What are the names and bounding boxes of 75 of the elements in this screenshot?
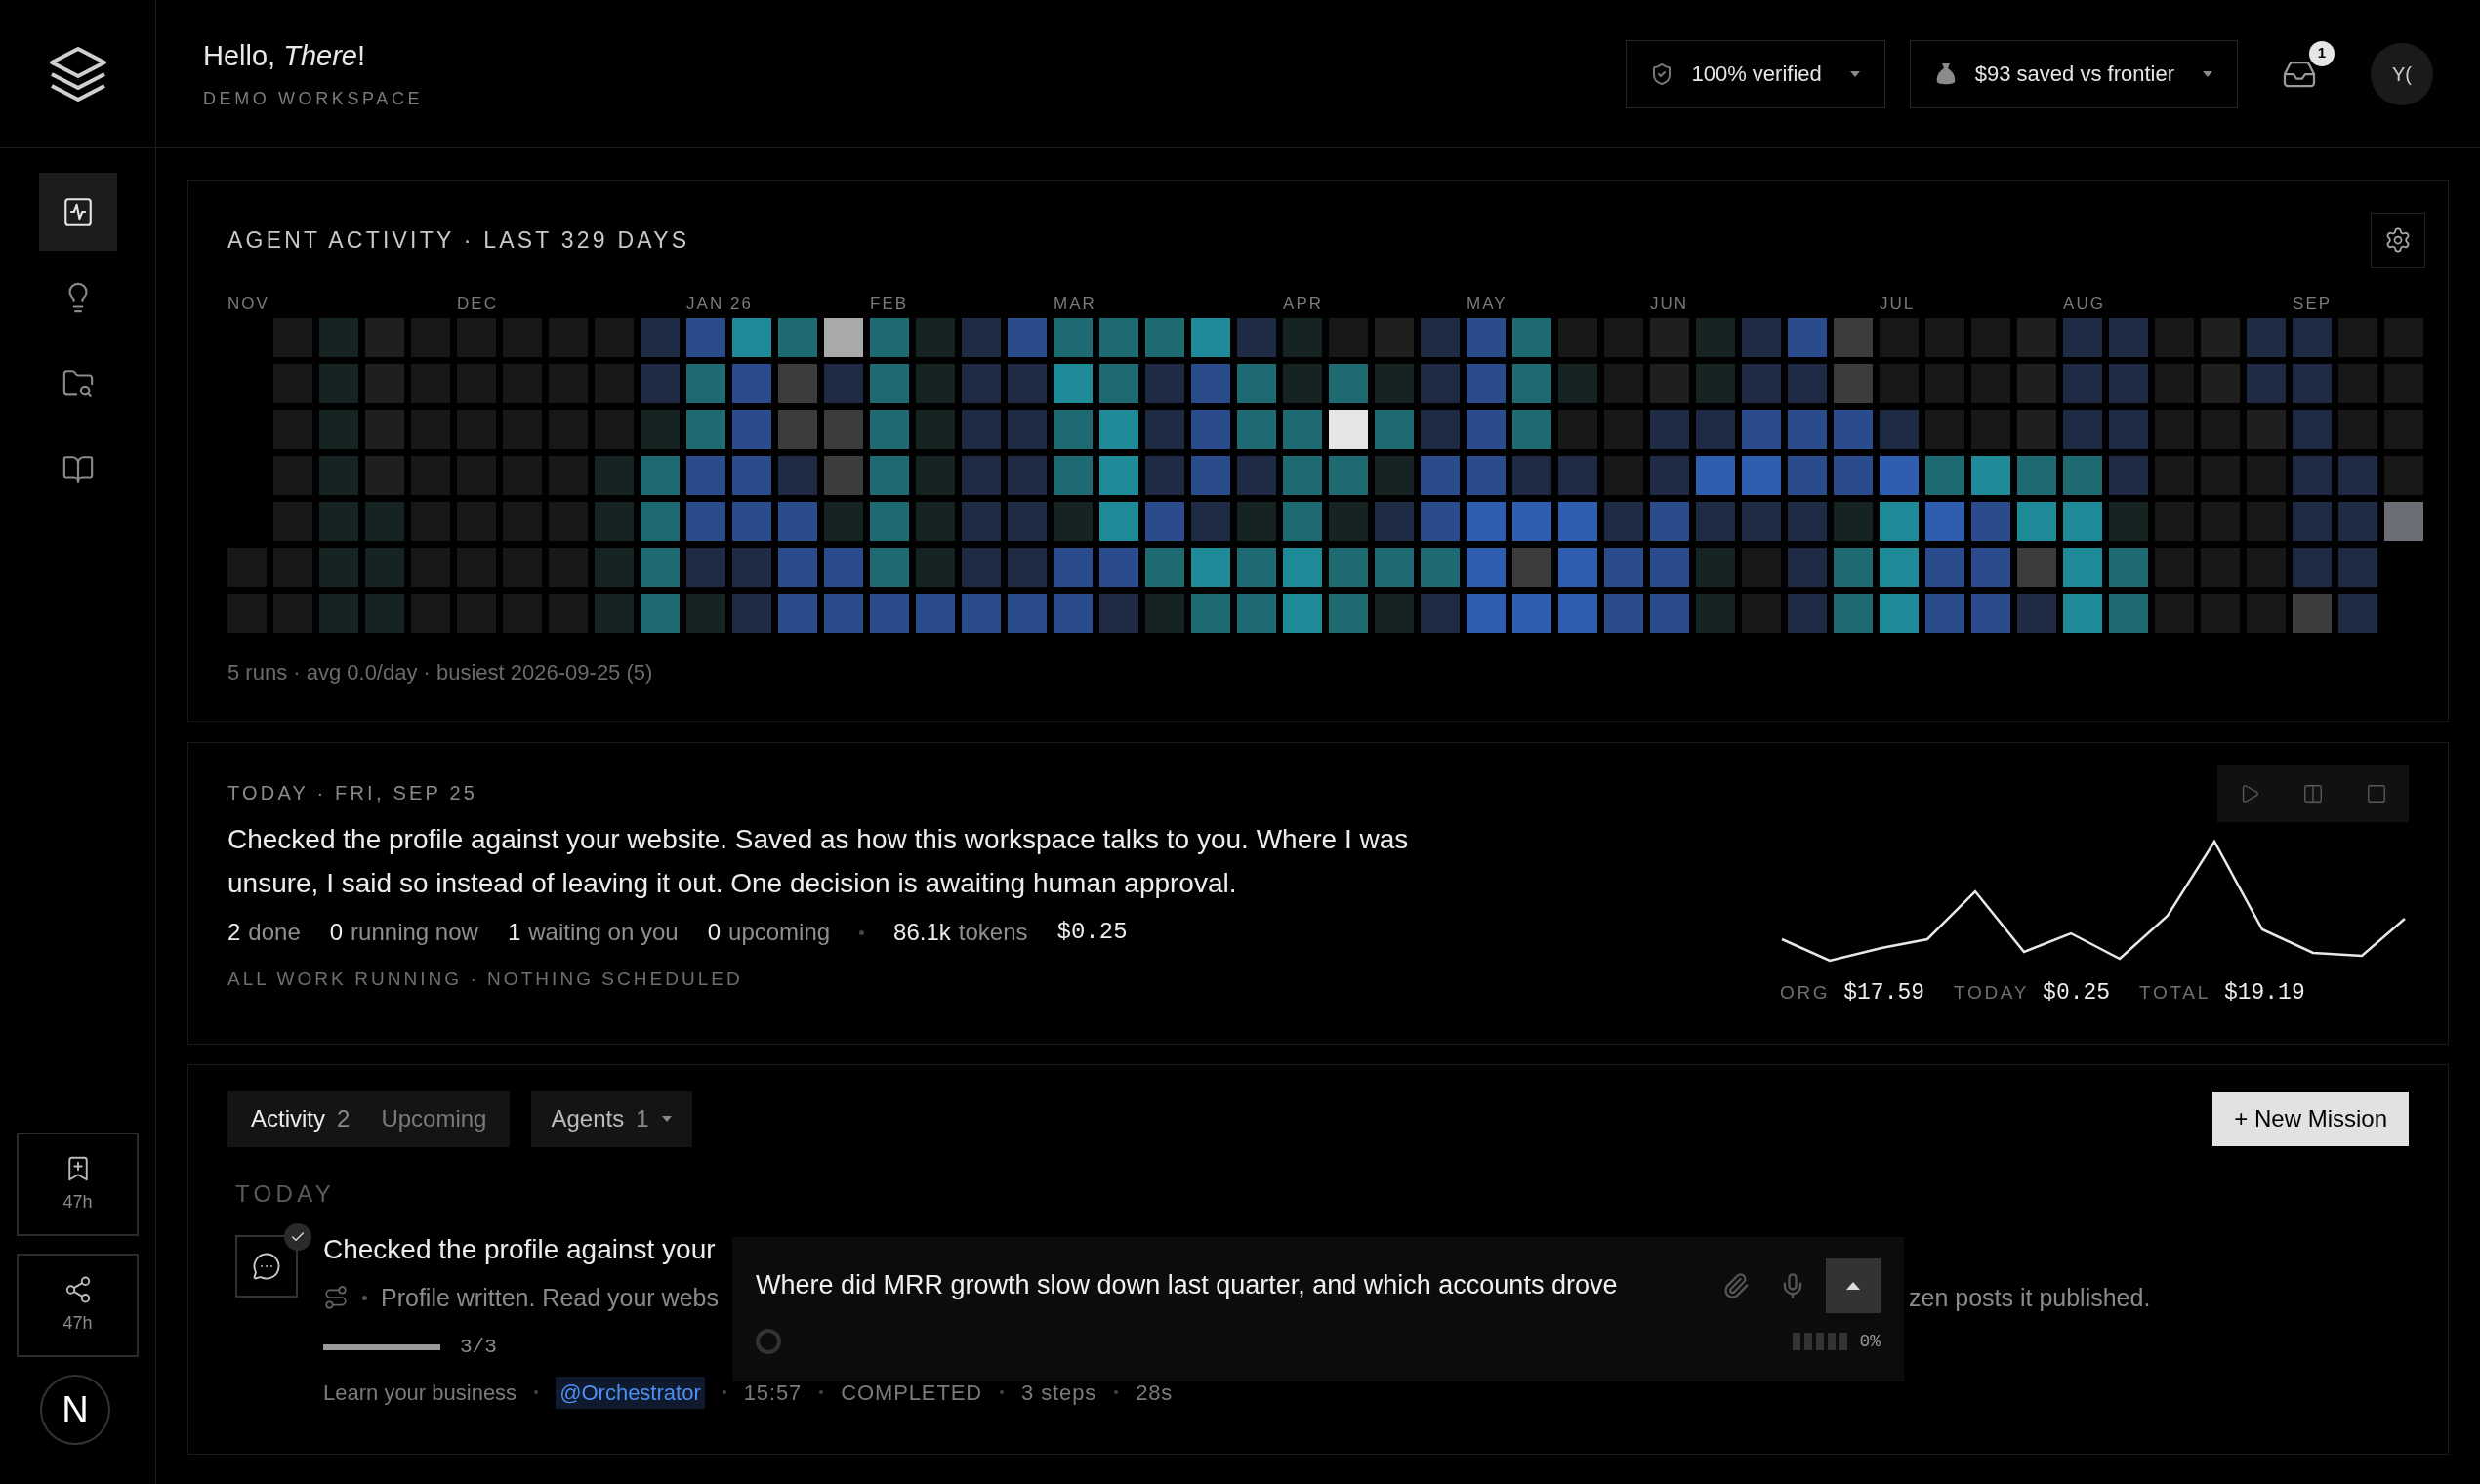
total-value: $0.25 xyxy=(2043,979,2111,1008)
mission-title: Checked the profile against your xyxy=(323,1232,717,1266)
mission-summary: zen posts it published. xyxy=(1909,1282,2151,1313)
agents-dropdown[interactable]: Agents 1 xyxy=(531,1090,692,1147)
token-label: tokens xyxy=(958,918,1028,947)
stat-label: upcoming xyxy=(728,918,831,947)
summary-message: Checked the profile against your website. Saved as how this workspace talks to you. Where I was unsure, I said so instead of leaving it out. One decision is awaiting human approval. xyxy=(227,823,1410,900)
status-line: ALL WORK RUNNING · NOTHING SCHEDULED xyxy=(227,968,744,991)
nav-item[interactable] xyxy=(38,173,117,251)
total-label: TOTAL xyxy=(2139,981,2211,1005)
mission-meta: 3 steps xyxy=(1021,1379,1097,1407)
progress-count: 3/3 xyxy=(460,1335,497,1360)
card-title: AGENT ACTIVITY · LAST 329 DAYS xyxy=(227,226,690,255)
total-value: $17.59 xyxy=(1843,979,1925,1008)
month-label: JAN 26 xyxy=(686,293,753,314)
month-label: MAR xyxy=(1054,293,1096,314)
chat-icon xyxy=(252,1251,281,1281)
total-label: ORG xyxy=(1780,981,1831,1005)
settings-button[interactable] xyxy=(2371,213,2425,268)
stat-value: 0 xyxy=(329,918,344,947)
workspace-name: DEMO WORKSPACE xyxy=(203,87,424,110)
pause-icon xyxy=(2302,783,2324,804)
new-mission-button[interactable]: + New Mission xyxy=(2212,1091,2409,1146)
month-label: JUL xyxy=(1880,293,1916,314)
total-label: TODAY xyxy=(1954,981,2030,1005)
section-heading: TODAY xyxy=(235,1178,337,1209)
month-label: APR xyxy=(1283,293,1324,314)
date-label: TODAY · FRI, SEP 25 xyxy=(227,781,479,805)
shortcut-button[interactable]: 47h xyxy=(17,1254,139,1357)
composer-input[interactable]: Where did MRR growth slow down last quarter, and which accounts drove xyxy=(756,1265,1707,1305)
tab[interactable]: Activity 2 xyxy=(235,1095,366,1141)
stat-label: done xyxy=(248,918,301,947)
route-icon xyxy=(323,1285,349,1311)
month-label: DEC xyxy=(457,293,498,314)
month-label: JUN xyxy=(1650,293,1689,314)
mission-meta: COMPLETED xyxy=(841,1379,983,1407)
caret-icon xyxy=(2202,69,2213,78)
mission-meta: 28s xyxy=(1136,1379,1174,1407)
mission-meta: 15:57 xyxy=(743,1379,803,1407)
stat-label: running now xyxy=(351,918,478,947)
notification-badge: 1 xyxy=(2309,40,2335,66)
tab[interactable]: Upcoming xyxy=(365,1095,503,1141)
folder-search-icon xyxy=(61,367,95,400)
stat-label: waiting on you xyxy=(528,918,679,947)
caret-icon xyxy=(1848,69,1861,78)
status-pill[interactable]: $93 saved vs frontier xyxy=(1909,39,2238,108)
avatar[interactable]: Y( xyxy=(2371,42,2433,105)
month-label: MAY xyxy=(1467,293,1508,314)
total-value: $19.19 xyxy=(2223,979,2305,1008)
dev-badge[interactable]: N xyxy=(40,1375,110,1445)
meter-bars-icon xyxy=(1793,1333,1848,1350)
mission-summary: Profile written. Read your webs xyxy=(381,1282,719,1313)
token-count: 86.1k xyxy=(893,918,951,947)
stat-value: 2 xyxy=(227,918,241,947)
caret-icon xyxy=(660,1114,673,1123)
stop-icon xyxy=(2366,783,2388,804)
activity-summary: 5 runs · avg 0.0/day · busiest 2026-09-25 (5) xyxy=(227,659,654,686)
book-icon xyxy=(61,453,95,486)
settings-icon xyxy=(2384,227,2412,254)
shortcut-button[interactable]: 47h xyxy=(17,1133,139,1236)
month-label: FEB xyxy=(870,293,909,314)
greeting: Hello, There! xyxy=(203,39,367,74)
month-label: NOV xyxy=(227,293,269,314)
meter-reading: 0% xyxy=(1859,1330,1881,1353)
status-pill[interactable]: 100% verified xyxy=(1626,39,1885,108)
mission-name: Learn your business xyxy=(323,1379,517,1407)
stat-value: 1 xyxy=(507,918,521,947)
stat-value: 0 xyxy=(707,918,722,947)
paperclip-icon[interactable] xyxy=(1722,1271,1750,1299)
send-icon xyxy=(1845,1280,1861,1291)
loading-ring-icon xyxy=(756,1329,781,1354)
month-label: SEP xyxy=(2293,293,2333,314)
cost: $0.25 xyxy=(1056,918,1128,947)
month-label: AUG xyxy=(2063,293,2105,314)
agent-link[interactable]: @Orchestrator xyxy=(556,1376,705,1409)
